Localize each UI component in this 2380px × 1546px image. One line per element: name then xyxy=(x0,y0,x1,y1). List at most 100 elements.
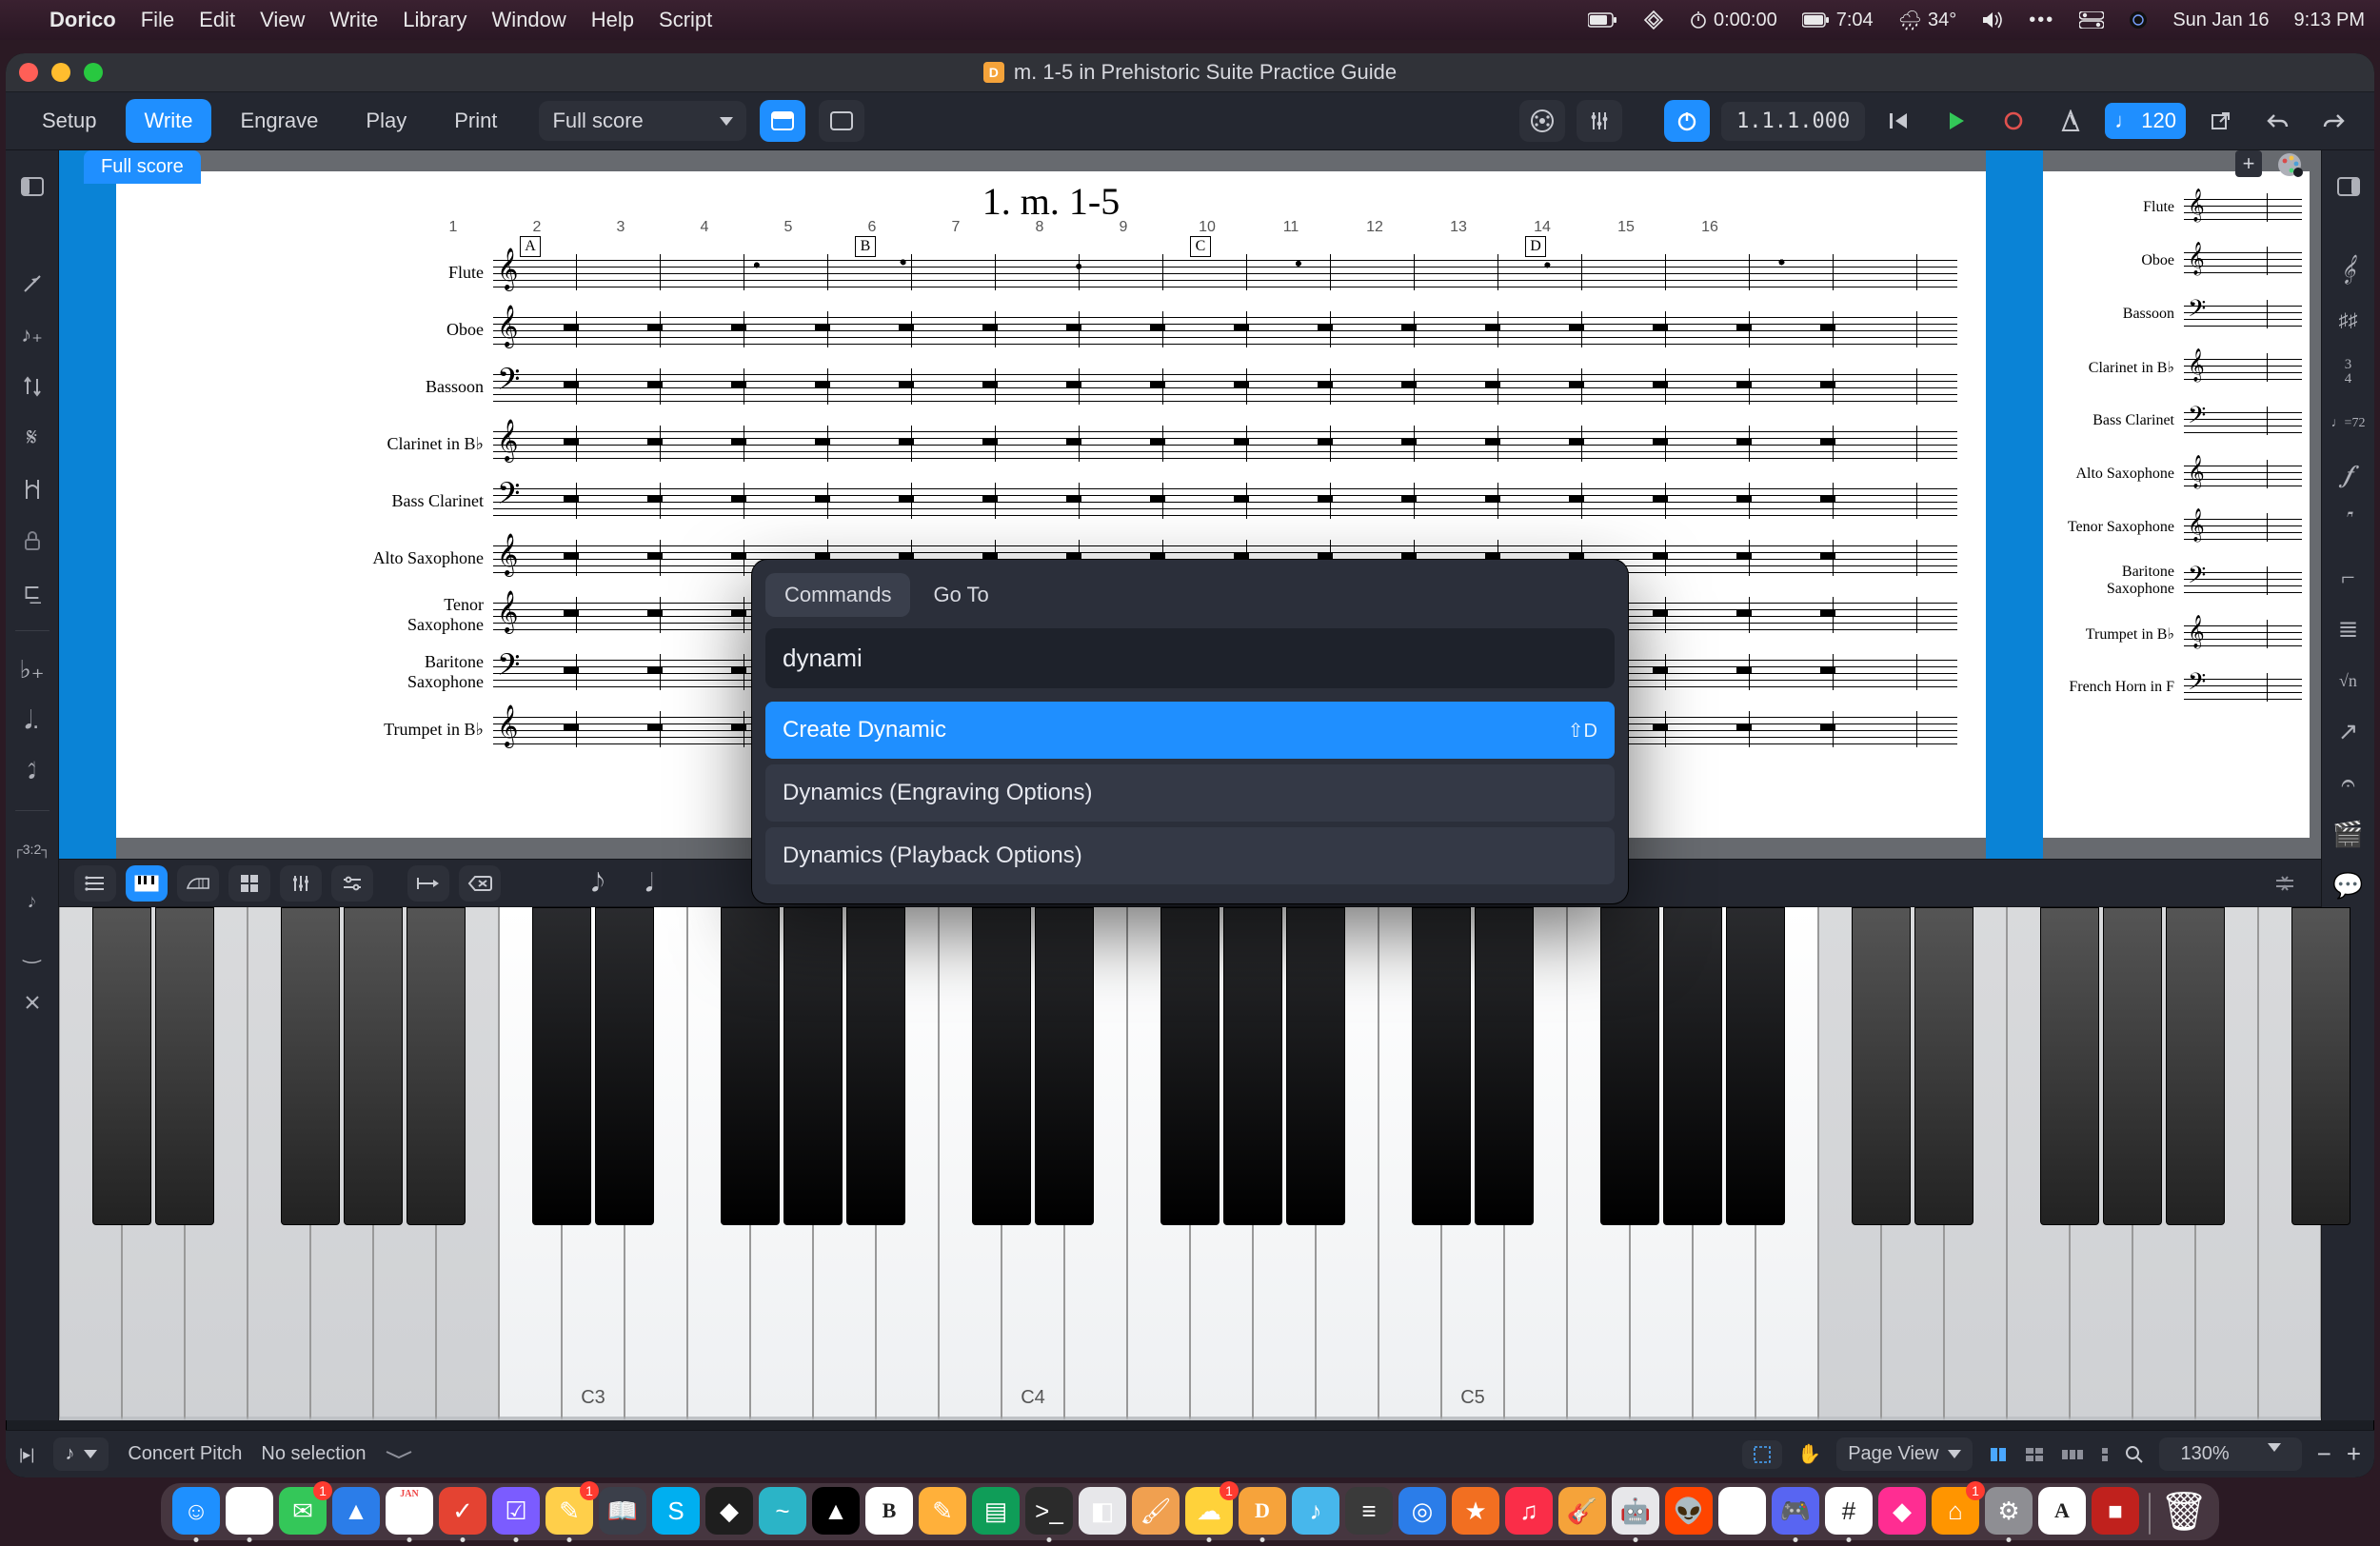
menu-library[interactable]: Library xyxy=(403,8,466,32)
overflow-icon[interactable]: ••• xyxy=(2029,10,2054,31)
dock-app-todoist[interactable]: ✓ xyxy=(439,1487,486,1535)
dock-app-reader[interactable]: 📖 xyxy=(599,1487,646,1535)
staff[interactable]: 𝄞 xyxy=(493,254,1957,290)
duration-dot-tool[interactable]: 𝅘𝅥. xyxy=(13,704,51,738)
black-key[interactable] xyxy=(1286,907,1345,1225)
staff[interactable]: 𝄞 xyxy=(2184,353,2302,382)
metronome-button[interactable] xyxy=(2048,100,2093,142)
black-key[interactable] xyxy=(1475,907,1534,1225)
staff[interactable]: 𝄞 xyxy=(493,426,1957,462)
menu-window[interactable]: Window xyxy=(492,8,566,32)
siri-icon[interactable] xyxy=(2129,10,2148,30)
mode-engrave[interactable]: Engrave xyxy=(221,99,337,143)
bp-keyboard-button[interactable] xyxy=(126,865,168,902)
black-key[interactable] xyxy=(1914,907,1973,1225)
mode-print[interactable]: Print xyxy=(435,99,516,143)
mini-staff-row[interactable]: Flute𝄞 xyxy=(2051,181,2302,234)
dock-app-music[interactable]: ♪ xyxy=(1292,1487,1339,1535)
power-button[interactable] xyxy=(1664,100,1710,142)
bp-settings-button[interactable] xyxy=(331,865,373,902)
tuplet-tool[interactable]: ┌3:2┐ xyxy=(13,832,51,866)
dock-app-teams[interactable]: ★ xyxy=(1452,1487,1499,1535)
comments-tool[interactable]: 💬 xyxy=(2330,869,2368,903)
dock-app-red[interactable]: ■ xyxy=(2092,1487,2139,1535)
dock-app-arrow[interactable]: ▲ xyxy=(332,1487,380,1535)
dock-app-color[interactable]: ◧ xyxy=(1079,1487,1126,1535)
dock-app-tasks[interactable]: ☑ xyxy=(492,1487,540,1535)
video-cue-tool[interactable]: 🎬 xyxy=(2330,818,2368,852)
undo-button[interactable] xyxy=(2254,100,2300,142)
command-result[interactable]: Dynamics (Playback Options) xyxy=(765,827,1615,884)
dock-app-discord[interactable]: 🎮 xyxy=(1772,1487,1819,1535)
external-button[interactable] xyxy=(2197,100,2243,142)
battery-icon[interactable] xyxy=(1588,12,1618,28)
dock-app-notes[interactable]: ✎1 xyxy=(545,1487,593,1535)
page-arrangement-2[interactable] xyxy=(2024,1446,2045,1463)
mini-staff-row[interactable]: French Horn in F𝄢 xyxy=(2051,661,2302,714)
bracket-tool[interactable]: ⌐ xyxy=(2330,561,2368,595)
left-panel-toggle[interactable] xyxy=(13,169,51,204)
view-mode-selector[interactable]: Page View xyxy=(1836,1437,1973,1471)
menu-edit[interactable]: Edit xyxy=(199,8,235,32)
black-key[interactable] xyxy=(1160,907,1220,1225)
dock-app-reddit[interactable]: 👽 xyxy=(1665,1487,1713,1535)
dock-app-sheets[interactable]: ▤ xyxy=(972,1487,1020,1535)
close-window-button[interactable] xyxy=(19,63,38,82)
insert-tool[interactable]: 𝄋 xyxy=(13,421,51,455)
staff[interactable]: 𝄞 xyxy=(2184,460,2302,488)
black-key[interactable] xyxy=(2040,907,2099,1225)
insert-mode-icon[interactable]: |▸| xyxy=(19,1445,34,1464)
black-key[interactable] xyxy=(2103,907,2162,1225)
dock-app-photos[interactable]: ✿ xyxy=(1718,1487,1766,1535)
zoom-search-icon[interactable] xyxy=(2125,1445,2144,1464)
black-key[interactable] xyxy=(846,907,905,1225)
cue-tool[interactable]: ⊏̲ xyxy=(13,575,51,609)
cmd-tab-goto[interactable]: Go To xyxy=(914,573,1007,617)
staff-row[interactable]: Bassoon𝄢 xyxy=(369,358,1957,415)
note-duration-selector[interactable]: ♪ xyxy=(53,1437,109,1471)
select-bar-tool[interactable] xyxy=(13,472,51,506)
marquee-select-icon[interactable] xyxy=(1742,1440,1782,1469)
stopwatch-status[interactable]: 0:00:00 xyxy=(1689,10,1777,31)
staff[interactable]: 𝄢 xyxy=(493,483,1957,519)
cmd-tab-commands[interactable]: Commands xyxy=(765,573,910,617)
bp-resize-handle[interactable] xyxy=(2264,865,2306,902)
zoom-out-button[interactable]: − xyxy=(2317,1439,2331,1469)
hold-tool[interactable]: √n xyxy=(2330,664,2368,698)
key-sig-tool[interactable]: ♯♯ xyxy=(2330,304,2368,338)
black-key[interactable] xyxy=(2291,907,2350,1225)
app-name[interactable]: Dorico xyxy=(50,8,116,32)
video-button[interactable] xyxy=(1519,100,1565,142)
dynamics-tool[interactable]: 𝆑 xyxy=(2330,458,2368,492)
page-arrangement-1[interactable] xyxy=(1988,1446,2009,1463)
mini-staff-row[interactable]: Bassoon𝄢 xyxy=(2051,287,2302,341)
dock-app-terminal[interactable]: >_ xyxy=(1025,1487,1073,1535)
black-key[interactable] xyxy=(1600,907,1659,1225)
menu-script[interactable]: Script xyxy=(659,8,712,32)
menu-file[interactable]: File xyxy=(141,8,174,32)
dock-app-font[interactable]: A xyxy=(2038,1487,2086,1535)
minimize-window-button[interactable] xyxy=(51,63,70,82)
mini-staff-row[interactable]: Baritone Saxophone𝄢 xyxy=(2051,554,2302,607)
dock-app-wave[interactable]: ~ xyxy=(759,1487,806,1535)
staff-row[interactable]: Bass Clarinet𝄢 xyxy=(369,472,1957,529)
panel-layout-tabs-button[interactable] xyxy=(760,100,805,142)
black-key[interactable] xyxy=(783,907,843,1225)
command-result[interactable]: Dynamics (Engraving Options) xyxy=(765,764,1615,822)
mini-staff-row[interactable]: Oboe𝄞 xyxy=(2051,234,2302,287)
dock-app-triangle[interactable]: ▲ xyxy=(812,1487,860,1535)
mode-play[interactable]: Play xyxy=(347,99,426,143)
mini-staff-row[interactable]: Bass Clarinet𝄢 xyxy=(2051,394,2302,447)
drag-handle-icon[interactable] xyxy=(385,1450,1723,1459)
black-key[interactable] xyxy=(972,907,1031,1225)
page-arrangement-3[interactable] xyxy=(2060,1446,2085,1463)
record-button[interactable] xyxy=(1991,100,2036,142)
page-arrangement-4[interactable] xyxy=(2100,1446,2110,1463)
lock-tool[interactable] xyxy=(13,524,51,558)
dock-app-garageband[interactable]: 🎸 xyxy=(1558,1487,1606,1535)
black-key[interactable] xyxy=(1035,907,1094,1225)
dock-app-robot[interactable]: 🤖 xyxy=(1612,1487,1659,1535)
dock-app-finder[interactable]: ☺ xyxy=(172,1487,220,1535)
staff[interactable]: 𝄢 xyxy=(493,368,1957,405)
black-key[interactable] xyxy=(155,907,214,1225)
